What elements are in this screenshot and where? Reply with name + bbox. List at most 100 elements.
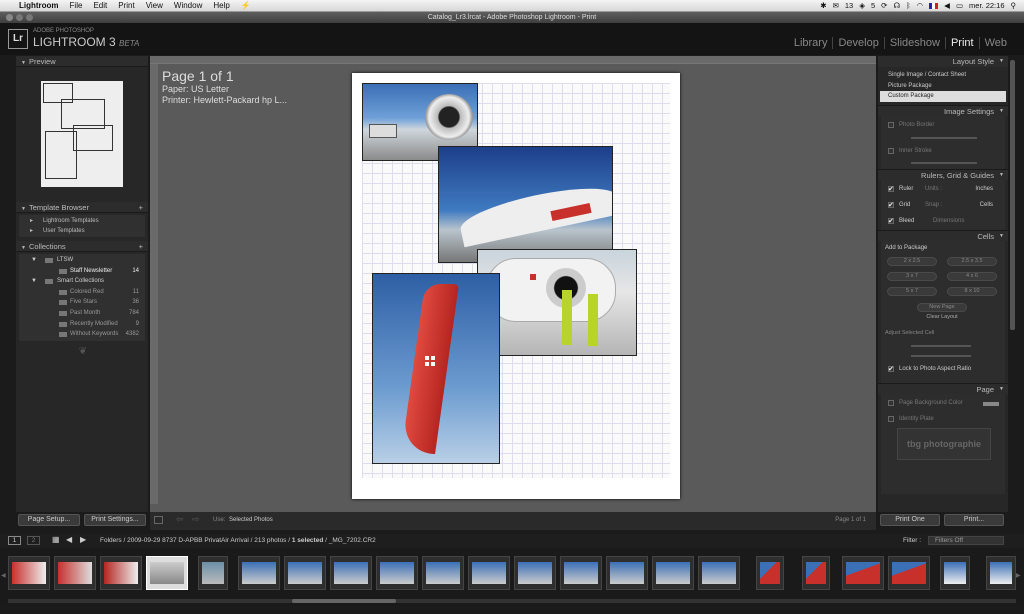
menu-window[interactable]: Window	[174, 1, 202, 10]
zoom-window-icon[interactable]	[26, 14, 33, 21]
cell-size-button[interactable]: 3 x 7	[887, 271, 937, 281]
rulers-grid-header[interactable]: Rulers, Grid & Guides ▼	[878, 168, 1008, 180]
preview-header[interactable]: ▼ Preview	[16, 56, 148, 67]
filmstrip-thumbnail[interactable]	[238, 556, 280, 590]
module-develop[interactable]: Develop	[832, 37, 883, 49]
add-collection-icon[interactable]: +	[139, 241, 143, 252]
dropbox-icon[interactable]: ◈	[859, 1, 865, 10]
ruler-checkbox[interactable]: Ruler Units : Inches	[881, 184, 1005, 195]
cell-size-button[interactable]: 4 x 6	[947, 271, 997, 281]
print-one-button[interactable]: Print One	[880, 514, 940, 526]
template-folder-lightroom[interactable]: ▸ Lightroom Templates	[19, 216, 145, 226]
filmstrip-thumbnail[interactable]	[756, 556, 784, 590]
filmstrip-thumbnail[interactable]	[284, 556, 326, 590]
snap-dropdown[interactable]: Cells	[980, 200, 993, 211]
menu-edit[interactable]: Edit	[93, 1, 107, 10]
collection-staff-newsletter[interactable]: Staff Newsletter 14	[19, 266, 145, 277]
module-print[interactable]: Print	[944, 37, 979, 49]
minimize-window-icon[interactable]	[16, 14, 23, 21]
collection-five-stars[interactable]: Five Stars 36	[19, 297, 145, 308]
layout-style-header[interactable]: Layout Style ▼	[878, 56, 1008, 67]
photo-cell-winglet[interactable]	[372, 273, 500, 464]
collection-recently-modified[interactable]: Recently Modified 9	[19, 319, 145, 330]
filmstrip-thumbnail[interactable]	[652, 556, 694, 590]
layout-custom-package[interactable]: Custom Package	[880, 91, 1006, 102]
photo-border-checkbox[interactable]: Photo Border	[881, 120, 1005, 131]
grid-view-icon[interactable]: ▦	[52, 535, 60, 544]
add-template-icon[interactable]: +	[139, 202, 143, 213]
clear-layout-button[interactable]: Clear Layout	[917, 314, 967, 323]
mail-icon[interactable]: ✉	[833, 1, 839, 10]
filmstrip-thumbnail[interactable]	[100, 556, 142, 590]
filmstrip-thumbnail[interactable]	[842, 556, 884, 590]
bluetooth-icon[interactable]: ᛒ	[906, 1, 911, 10]
bleed-checkbox[interactable]: Bleed Dimensions	[881, 216, 1005, 227]
grid-checkbox[interactable]: Grid Snap : Cells	[881, 200, 1005, 211]
cell-width-slider[interactable]	[911, 354, 971, 357]
cell-size-button[interactable]: 8 x 10	[947, 286, 997, 296]
filmstrip-thumbnail[interactable]	[514, 556, 556, 590]
collection-set-ltsw[interactable]: ▼ LTSW	[19, 255, 145, 266]
wifi-icon[interactable]: ◠	[917, 1, 924, 10]
filmstrip-thumbnail[interactable]	[802, 556, 830, 590]
sync-icon[interactable]: ⟳	[881, 1, 887, 10]
collections-header[interactable]: ▼ Collections +	[16, 241, 148, 252]
cell-size-button[interactable]: 2 x 2.5	[887, 256, 937, 266]
right-panel-scrollbar[interactable]	[1010, 60, 1015, 330]
use-selected-dropdown[interactable]: Selected Photos	[229, 517, 273, 523]
print-settings-button[interactable]: Print Settings...	[84, 514, 146, 526]
forward-arrow-icon[interactable]: ▶	[80, 535, 86, 544]
collection-without-keywords[interactable]: Without Keywords 4382	[19, 329, 145, 340]
volume-icon[interactable]: ◀	[944, 1, 950, 10]
menu-file[interactable]: File	[70, 1, 83, 10]
cell-size-button[interactable]: 2.5 x 3.5	[947, 256, 997, 266]
new-page-button[interactable]: New Page	[917, 302, 967, 312]
identity-plate-preview[interactable]: tbg photographie	[897, 427, 991, 460]
back-arrow-icon[interactable]: ◀	[66, 535, 72, 544]
color-swatch[interactable]	[983, 401, 999, 406]
filmstrip-scrollbar[interactable]	[292, 599, 396, 603]
print-button[interactable]: Print...	[944, 514, 1004, 526]
collection-past-month[interactable]: Past Month 784	[19, 308, 145, 319]
next-page-icon[interactable]: ⇨	[192, 514, 200, 525]
units-dropdown[interactable]: Inches	[975, 184, 993, 195]
filmstrip-thumbnail[interactable]	[606, 556, 648, 590]
image-settings-header[interactable]: Image Settings ▼	[878, 104, 1008, 116]
headphones-icon[interactable]: ☊	[893, 1, 900, 10]
stroke-width-slider[interactable]	[911, 161, 977, 164]
filmstrip-thumbnail[interactable]	[986, 556, 1016, 590]
menu-app[interactable]: Lightroom	[19, 1, 59, 10]
flag-icon[interactable]	[929, 2, 939, 9]
template-folder-user[interactable]: ▸ User Templates	[19, 226, 145, 236]
filmstrip-thumbnail[interactable]	[940, 556, 970, 590]
module-web[interactable]: Web	[978, 37, 1012, 49]
bolt-icon[interactable]: ⚡	[241, 1, 251, 10]
collection-colored-red[interactable]: Colored Red 11	[19, 287, 145, 298]
cell-height-slider[interactable]	[911, 344, 971, 347]
second-window-button[interactable]: 2	[27, 536, 40, 545]
filmstrip-thumbnail[interactable]	[376, 556, 418, 590]
filter-dropdown[interactable]: Filters Off	[928, 536, 1004, 545]
dimensions-checkbox[interactable]: Dimensions	[933, 216, 964, 227]
layout-single-image[interactable]: Single Image / Contact Sheet	[880, 70, 1006, 81]
module-library[interactable]: Library	[789, 37, 833, 49]
toolbar-square-icon[interactable]	[154, 516, 163, 524]
spotlight-icon[interactable]: ⚲	[1011, 1, 1017, 10]
page-header[interactable]: Page ▼	[878, 382, 1008, 394]
lock-aspect-checkbox[interactable]: Lock to Photo Aspect Ratio	[881, 364, 1005, 375]
photo-cell-fuselage[interactable]	[438, 146, 613, 263]
menu-print[interactable]: Print	[118, 1, 134, 10]
page-setup-button[interactable]: Page Setup...	[18, 514, 80, 526]
gear-icon[interactable]: ✱	[820, 1, 826, 10]
filmstrip-thumbnail[interactable]	[698, 556, 740, 590]
filmstrip-thumbnail[interactable]	[560, 556, 602, 590]
filmstrip-thumbnail[interactable]	[888, 556, 930, 590]
template-browser-header[interactable]: ▼ Template Browser +	[16, 202, 148, 213]
border-width-slider[interactable]	[911, 136, 977, 139]
page-background-checkbox[interactable]: Page Background Color	[881, 398, 1005, 409]
smart-collections[interactable]: ▼ Smart Collections	[19, 276, 145, 287]
filmstrip-left-arrow-icon[interactable]: ◀	[1, 572, 6, 579]
filmstrip-thumbnail[interactable]	[330, 556, 372, 590]
cell-size-button[interactable]: 5 x 7	[887, 286, 937, 296]
inner-stroke-checkbox[interactable]: Inner Stroke	[881, 146, 1005, 157]
